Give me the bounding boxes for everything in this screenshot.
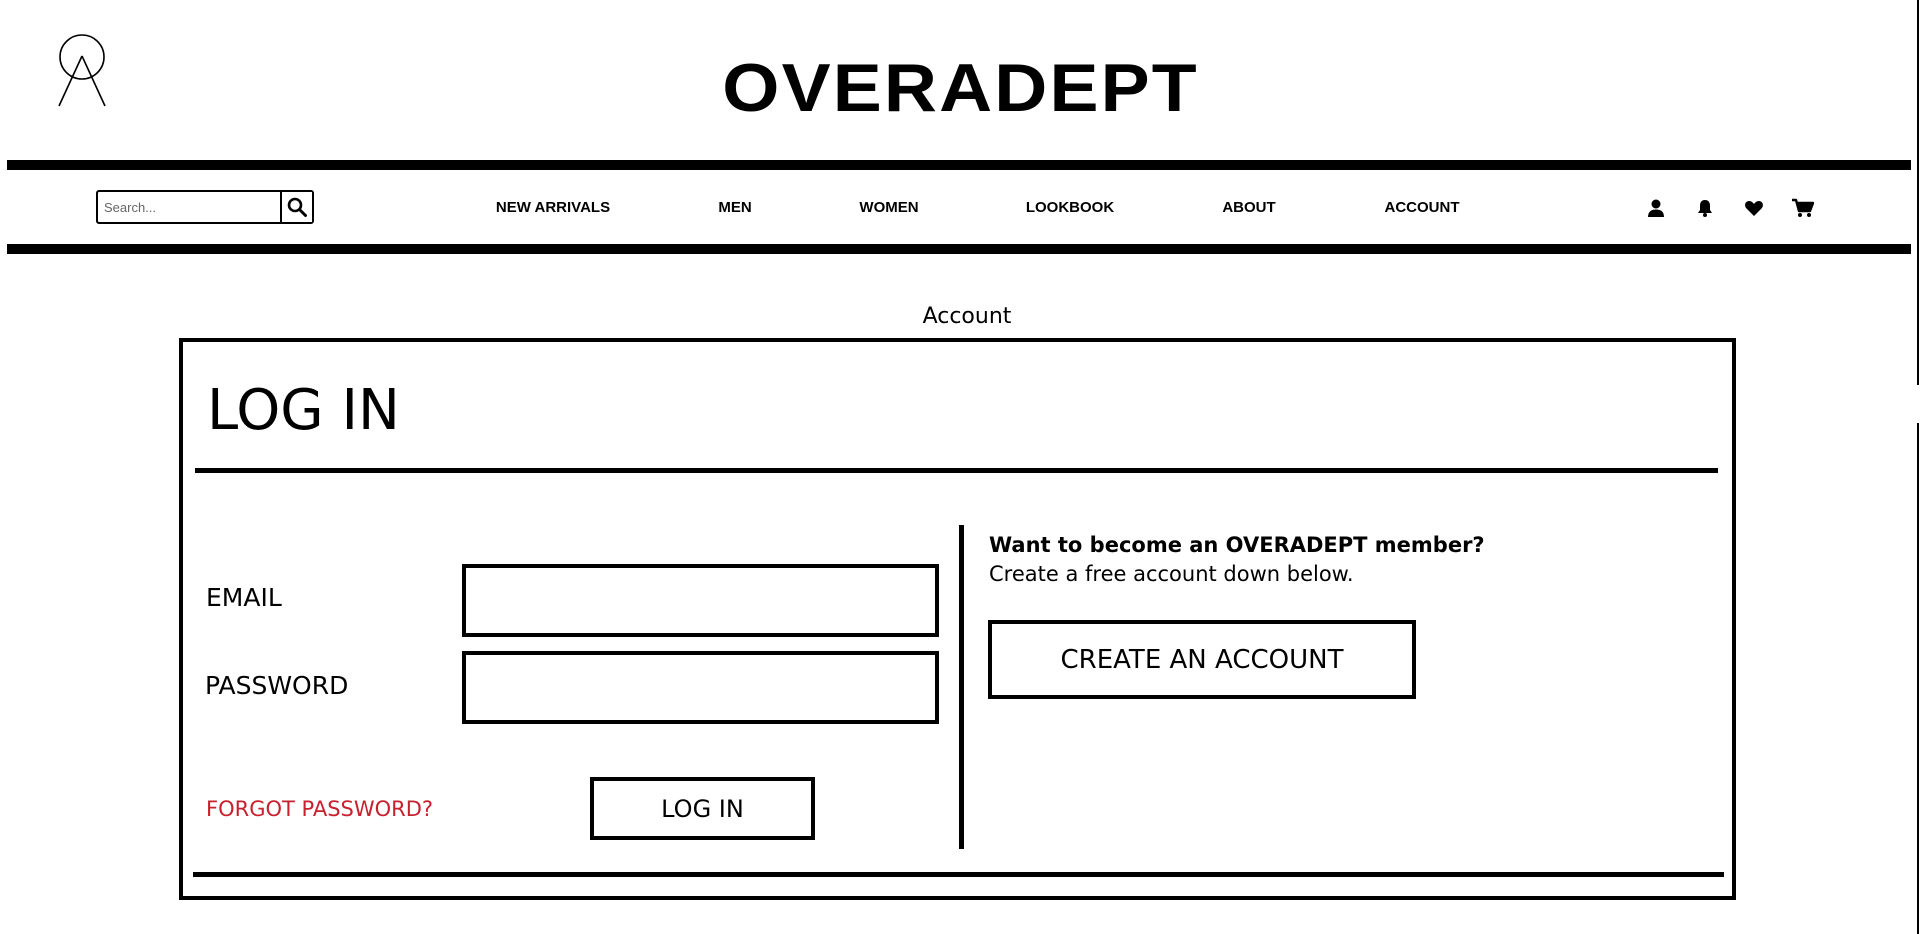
- nav-about[interactable]: ABOUT: [1222, 198, 1275, 218]
- page: OVERADEPT NEW ARRIVALS MEN WOMEN LOOKBOO…: [0, 0, 1921, 934]
- search-icon: [287, 197, 307, 217]
- account-button[interactable]: [1644, 196, 1668, 220]
- cart-button[interactable]: [1791, 196, 1815, 220]
- forgot-password-link[interactable]: FORGOT PASSWORD?: [206, 794, 433, 824]
- search-input[interactable]: [98, 192, 280, 222]
- cart-icon: [1792, 198, 1814, 217]
- heart-icon: [1745, 200, 1763, 216]
- nav-lookbook[interactable]: LOOKBOOK: [1026, 198, 1114, 218]
- wishlist-button[interactable]: [1742, 196, 1766, 220]
- email-field[interactable]: [462, 564, 939, 637]
- title-divider: [195, 468, 1718, 473]
- password-label: PASSWORD: [205, 671, 349, 700]
- login-title: LOG IN: [207, 378, 400, 443]
- scrollbar-track-lower[interactable]: [1917, 423, 1919, 934]
- bell-icon: [1698, 200, 1712, 217]
- site-title[interactable]: OVERADEPT: [0, 44, 1921, 132]
- nav-women[interactable]: WOMEN: [859, 198, 918, 218]
- email-label: EMAIL: [206, 583, 282, 612]
- card-bottom-divider: [193, 872, 1724, 877]
- nav-account[interactable]: ACCOUNT: [1385, 198, 1460, 218]
- header-rule-top: [7, 160, 1911, 170]
- nav-men[interactable]: MEN: [718, 198, 751, 218]
- notifications-button[interactable]: [1693, 196, 1717, 220]
- scrollbar-track-upper[interactable]: [1917, 0, 1919, 385]
- nav-new-arrivals[interactable]: NEW ARRIVALS: [496, 198, 610, 218]
- member-heading: Want to become an OVERADEPT member?: [989, 533, 1485, 557]
- search-bar: [96, 190, 314, 224]
- page-caption: Account: [922, 304, 1012, 329]
- user-icon: [1648, 199, 1664, 217]
- create-account-button[interactable]: CREATE AN ACCOUNT: [988, 620, 1416, 699]
- password-field[interactable]: [462, 651, 939, 724]
- vertical-divider: [959, 525, 964, 849]
- member-subtext: Create a free account down below.: [989, 562, 1354, 586]
- login-button[interactable]: LOG IN: [590, 777, 815, 840]
- search-button[interactable]: [280, 192, 312, 222]
- header-rule-bottom: [7, 244, 1911, 254]
